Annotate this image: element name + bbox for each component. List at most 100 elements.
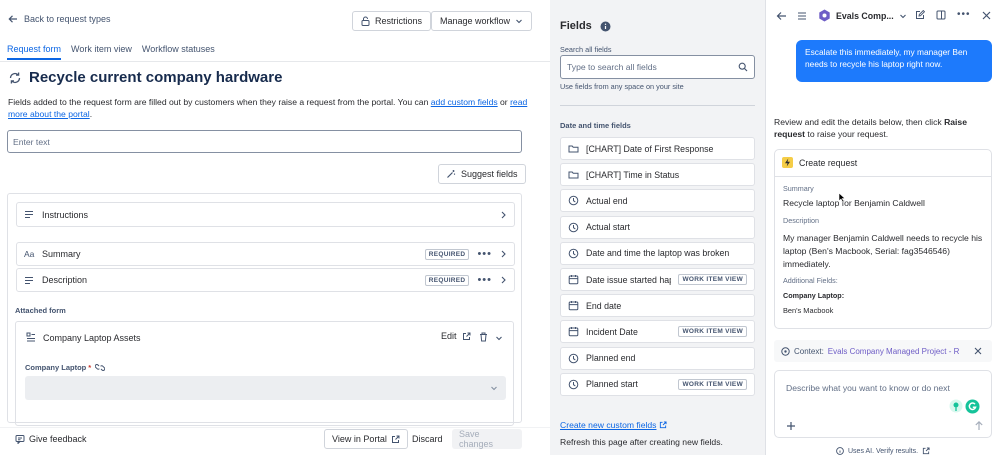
send-arrow-icon[interactable]: [974, 420, 984, 431]
work-item-view-badge: WORK ITEM VIEW: [678, 274, 747, 285]
field-card[interactable]: Incident Date WORK ITEM VIEW: [560, 320, 755, 344]
field-card[interactable]: Date and time the laptop was broken: [560, 241, 755, 265]
attached-form-card: Company Laptop Assets Edit Company Lapto…: [15, 321, 514, 426]
field-row-instructions[interactable]: Instructions: [16, 202, 515, 227]
company-laptop-select[interactable]: [25, 376, 506, 400]
field-card[interactable]: Planned end: [560, 346, 755, 370]
field-card-label: End date: [586, 300, 622, 311]
close-icon[interactable]: [974, 347, 982, 355]
restrictions-button[interactable]: Restrictions: [352, 11, 432, 31]
context-icon: [781, 346, 790, 356]
back-link[interactable]: Back to request types: [8, 14, 111, 24]
tab-divider: [0, 61, 550, 62]
field-card[interactable]: Actual end: [560, 189, 755, 213]
context-chip[interactable]: Context: Evals Company Managed Project -…: [774, 340, 992, 362]
suggest-fields-label: Suggest fields: [461, 169, 518, 179]
plus-icon[interactable]: [786, 421, 796, 431]
arrow-left-icon: [8, 15, 17, 23]
save-changes-button[interactable]: Save changes: [452, 429, 522, 449]
card-header: Create request: [782, 157, 857, 168]
create-request-card: Create request Summary Recycle laptop fo…: [774, 149, 992, 329]
reply-suffix: to raise your request.: [805, 129, 889, 139]
arrow-left-icon[interactable]: [776, 11, 787, 21]
field-card[interactable]: Planned start WORK ITEM VIEW: [560, 372, 755, 396]
field-row-summary[interactable]: Aa Summary REQUIRED •••: [16, 242, 515, 266]
user-message-bubble: Escalate this immediately, my manager Be…: [796, 40, 992, 82]
field-card-label: [CHART] Time in Status: [586, 169, 680, 180]
summary-value[interactable]: Recycle laptop for Benjamin Caldwell: [783, 198, 925, 208]
description-label: Description: [783, 216, 819, 225]
menu-icon[interactable]: [797, 11, 807, 21]
calendar-icon: [568, 275, 579, 285]
field-card[interactable]: Actual start: [560, 215, 755, 239]
agent-hexagon-icon: [819, 9, 830, 22]
trash-icon[interactable]: [479, 332, 488, 342]
field-card[interactable]: [CHART] Date of First Response: [560, 137, 755, 160]
calendar-icon: [568, 301, 579, 311]
lightning-icon: [782, 157, 793, 168]
mouse-cursor-icon: [838, 192, 846, 203]
add-custom-fields-link[interactable]: add custom fields: [431, 97, 498, 107]
edit-form-link[interactable]: Edit: [441, 331, 471, 341]
company-laptop-field-label: Company Laptop *: [25, 363, 106, 372]
agent-selector[interactable]: Evals Comp...: [818, 9, 907, 22]
manage-workflow-label: Manage workflow: [440, 16, 511, 26]
suggest-fields-button[interactable]: Suggest fields: [438, 164, 526, 184]
magic-wand-icon: [447, 170, 456, 178]
ai-disclaimer: Uses AI. Verify results.: [836, 447, 930, 455]
save-changes-label: Save changes: [459, 429, 494, 449]
info-icon: [836, 447, 844, 455]
description-text: Fields added to the request form are fil…: [8, 97, 431, 107]
create-custom-fields-label: Create new custom fields: [560, 420, 657, 430]
chevron-down-icon: [516, 19, 522, 24]
chevron-down-icon[interactable]: [495, 334, 503, 342]
field-card[interactable]: [CHART] Time in Status: [560, 163, 755, 187]
additional-fields-label: Additional Fields:: [783, 276, 838, 285]
card-divider: [775, 176, 991, 177]
more-options-icon[interactable]: •••: [477, 248, 492, 260]
assistant-panel: Evals Comp... ••• Escalate this immediat…: [766, 0, 999, 455]
text-lines-icon: [25, 211, 33, 218]
recycle-icon: [9, 72, 21, 83]
create-custom-fields-link[interactable]: Create new custom fields: [560, 420, 668, 430]
field-card[interactable]: Date issue started happ WORK ITEM VIEW: [560, 268, 755, 291]
tab-workflow-statuses[interactable]: Workflow statuses: [142, 44, 215, 60]
more-options-icon[interactable]: •••: [957, 9, 971, 20]
fields-search-input[interactable]: Type to search all fields: [560, 55, 755, 79]
field-label: Instructions: [42, 209, 89, 220]
section-divider: [560, 105, 755, 106]
description-or: or: [497, 97, 511, 107]
panel-layout-icon[interactable]: [936, 10, 946, 20]
edit-icon[interactable]: [915, 10, 925, 20]
chat-placeholder: Describe what you want to know or do nex…: [786, 383, 950, 393]
field-card-label: Planned end: [586, 353, 636, 364]
work-item-view-badge: WORK ITEM VIEW: [678, 378, 747, 390]
card-title: Create request: [799, 157, 858, 168]
give-feedback-button[interactable]: Give feedback: [8, 429, 94, 449]
field-label: Description: [42, 275, 88, 285]
company-laptop-card-value[interactable]: Ben's Macbook: [783, 306, 833, 315]
discard-label: Discard: [412, 434, 443, 444]
more-options-icon[interactable]: •••: [477, 274, 492, 286]
tab-work-item-view[interactable]: Work item view: [71, 44, 132, 60]
external-link-icon: [462, 332, 471, 340]
chevron-right-icon[interactable]: [500, 250, 507, 258]
location-pin-icon[interactable]: [949, 399, 963, 413]
grammarly-icon[interactable]: [965, 399, 980, 414]
summary-label: Summary: [783, 184, 814, 193]
chevron-right-icon[interactable]: [500, 276, 507, 284]
field-card[interactable]: End date: [560, 294, 755, 318]
link-icon[interactable]: [95, 363, 106, 372]
chevron-right-icon[interactable]: [500, 211, 507, 219]
field-card-label: Actual start: [586, 222, 631, 233]
discard-button[interactable]: Discard: [405, 429, 450, 449]
close-icon[interactable]: [982, 11, 991, 20]
enter-text-field[interactable]: Enter text: [7, 130, 522, 153]
manage-workflow-button[interactable]: Manage workflow: [431, 11, 533, 31]
view-in-portal-button[interactable]: View in Portal: [324, 429, 408, 449]
chat-input[interactable]: Describe what you want to know or do nex…: [774, 370, 992, 438]
field-row-description[interactable]: Description REQUIRED •••: [16, 268, 515, 292]
info-icon[interactable]: [600, 21, 611, 32]
description-value[interactable]: My manager Benjamin Caldwell needs to re…: [783, 232, 987, 271]
tab-request-form[interactable]: Request form: [7, 44, 62, 60]
